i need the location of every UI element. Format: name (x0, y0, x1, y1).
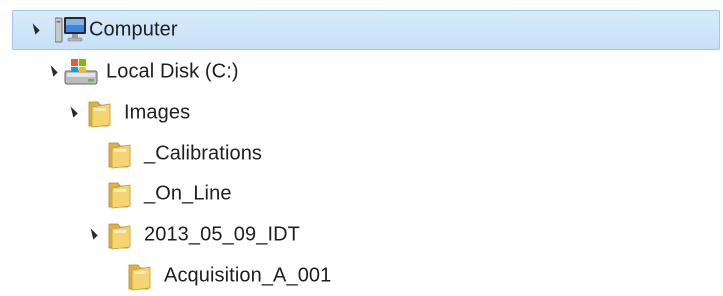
folder-icon (108, 220, 132, 256)
folder-tree: Computer Local Disk (C:) Images _Calibra… (0, 0, 723, 296)
tree-item-label: 2013_05_09_IDT (144, 223, 300, 246)
tree-item-acquisition-a-001[interactable]: Acquisition_A_001 (0, 258, 723, 294)
tree-item-label: Images (124, 101, 191, 124)
computer-icon (54, 16, 87, 50)
folder-icon (88, 98, 112, 134)
tree-item-on-line[interactable]: _On_Line (0, 176, 723, 212)
tree-item-computer[interactable]: Computer (12, 10, 720, 50)
folder-icon (108, 139, 132, 175)
folder-icon (108, 179, 132, 215)
tree-item-images[interactable]: Images (0, 95, 723, 131)
tree-item-label: Computer (89, 18, 178, 41)
tree-item-2013-05-09-idt[interactable]: 2013_05_09_IDT (0, 217, 723, 253)
drive-icon (64, 58, 98, 92)
expand-arrow-icon[interactable] (66, 106, 78, 118)
expand-arrow-icon[interactable] (28, 23, 40, 35)
tree-item-label: Local Disk (C:) (106, 60, 239, 83)
folder-icon (128, 261, 152, 296)
tree-item-calibrations[interactable]: _Calibrations (0, 136, 723, 172)
expand-arrow-icon[interactable] (86, 228, 98, 240)
expand-arrow-icon[interactable] (46, 65, 58, 77)
tree-item-label: _On_Line (144, 182, 232, 205)
tree-item-label: _Calibrations (144, 142, 263, 165)
tree-item-label: Acquisition_A_001 (164, 264, 332, 287)
tree-item-local-disk[interactable]: Local Disk (C:) (0, 54, 723, 90)
